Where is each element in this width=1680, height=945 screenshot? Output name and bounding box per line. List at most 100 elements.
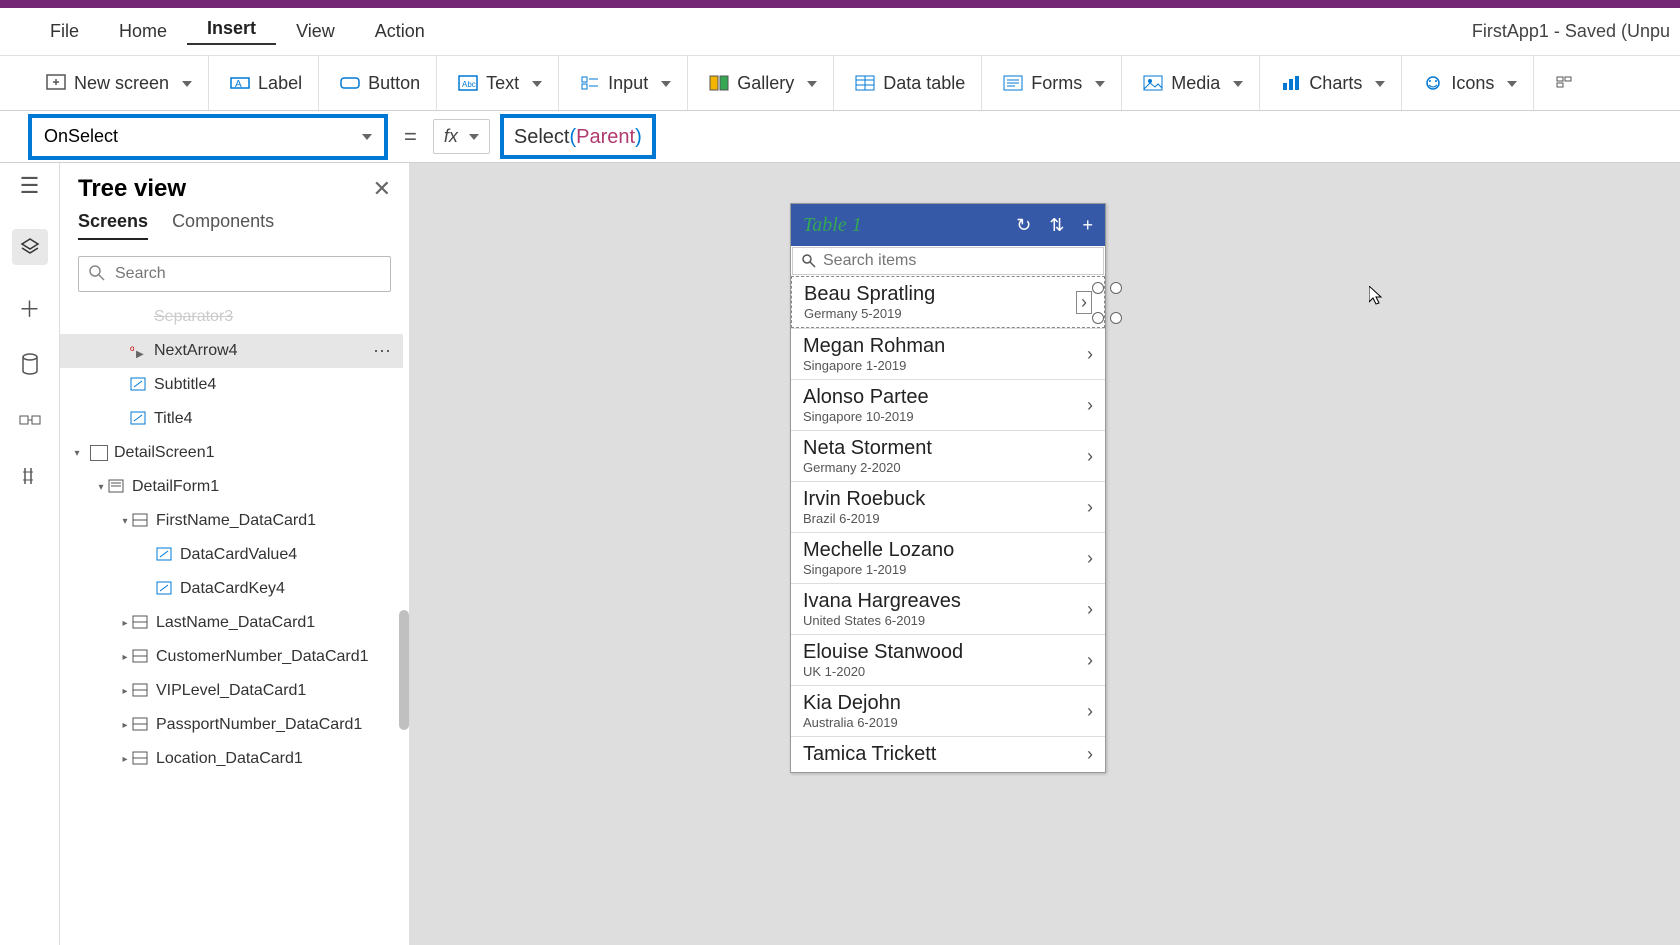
ribbon-gallery[interactable]: Gallery bbox=[693, 56, 834, 110]
ribbon-button[interactable]: Button bbox=[324, 56, 437, 110]
gallery-row[interactable]: Ivana HargreavesUnited States 6-2019› bbox=[791, 583, 1105, 634]
expand-caret[interactable]: ▾ bbox=[94, 482, 108, 493]
more-icon bbox=[1555, 73, 1575, 93]
refresh-icon[interactable]: ↻ bbox=[1016, 215, 1031, 236]
tree-node[interactable]: ▸ CustomerNumber_DataCard1 bbox=[60, 640, 403, 674]
fx-button[interactable]: fx bbox=[433, 119, 490, 154]
ribbon-input[interactable]: Input bbox=[564, 56, 688, 110]
ribbon-media[interactable]: Media bbox=[1127, 56, 1260, 110]
tree-node-label: DataCardKey4 bbox=[180, 580, 285, 598]
expand-caret[interactable]: ▸ bbox=[118, 652, 132, 663]
next-arrow-icon[interactable]: › bbox=[1087, 701, 1093, 722]
screen-icon bbox=[90, 445, 108, 461]
tree-node[interactable]: Subtitle4 bbox=[60, 368, 403, 402]
formula-input[interactable]: Select(Parent) bbox=[500, 114, 656, 159]
expand-caret[interactable]: ▾ bbox=[118, 516, 132, 527]
phone-search-input[interactable] bbox=[823, 252, 1095, 270]
tree-node[interactable]: DataCardKey4 bbox=[60, 572, 403, 606]
tree-node[interactable]: ▸ Location_DataCard1 bbox=[60, 742, 403, 776]
add-icon[interactable]: + bbox=[1082, 215, 1093, 236]
tree-node-label: Title4 bbox=[154, 410, 193, 428]
menu-action[interactable]: Action bbox=[355, 21, 445, 42]
tab-screens[interactable]: Screens bbox=[78, 211, 148, 240]
chevron-down-icon bbox=[1370, 73, 1385, 94]
row-name: Neta Storment bbox=[803, 437, 932, 460]
tree-node[interactable]: ▸ LastName_DataCard1 bbox=[60, 606, 403, 640]
phone-search[interactable] bbox=[792, 247, 1104, 275]
tree-node-detailform[interactable]: ▾ DetailForm1 bbox=[60, 470, 403, 504]
next-arrow-icon[interactable]: › bbox=[1076, 291, 1092, 314]
next-arrow-icon[interactable]: › bbox=[1087, 548, 1093, 569]
expand-caret[interactable]: ▸ bbox=[118, 754, 132, 765]
ribbon-icons[interactable]: Icons bbox=[1407, 56, 1534, 110]
formula-function: Select bbox=[514, 126, 570, 148]
hamburger-icon[interactable]: ☰ bbox=[17, 173, 43, 199]
tree-node[interactable]: Title4 bbox=[60, 402, 403, 436]
plus-icon[interactable]: ＋ bbox=[17, 295, 43, 321]
layers-icon[interactable] bbox=[12, 229, 48, 265]
ribbon-text[interactable]: Abc Text bbox=[442, 56, 559, 110]
gallery-row[interactable]: Kia DejohnAustralia 6-2019› bbox=[791, 685, 1105, 736]
tree-node[interactable]: Separator3 bbox=[60, 300, 403, 334]
menu-view[interactable]: View bbox=[276, 21, 355, 42]
label-control-icon bbox=[156, 547, 172, 563]
gallery-row[interactable]: Irvin RoebuckBrazil 6-2019› bbox=[791, 481, 1105, 532]
row-name: Tamica Trickett bbox=[803, 743, 936, 766]
ribbon-forms-label: Forms bbox=[1031, 73, 1082, 94]
close-icon[interactable]: ✕ bbox=[373, 176, 391, 202]
gallery-row[interactable]: Neta StormentGermany 2-2020› bbox=[791, 430, 1105, 481]
next-arrow-icon[interactable]: › bbox=[1087, 395, 1093, 416]
tab-components[interactable]: Components bbox=[172, 211, 274, 240]
datacard-icon bbox=[132, 751, 148, 767]
svg-text:Abc: Abc bbox=[462, 80, 476, 89]
canvas[interactable]: Table 1 ↻ ⇅ + Beau SpratlingGermany 5-20… bbox=[410, 163, 1680, 945]
ribbon-label[interactable]: A Label bbox=[214, 56, 319, 110]
tree-node[interactable]: ▸ VIPLevel_DataCard1 bbox=[60, 674, 403, 708]
tree-node-label: CustomerNumber_DataCard1 bbox=[156, 648, 369, 666]
data-table-icon bbox=[855, 73, 875, 93]
tree-search-input[interactable] bbox=[78, 256, 391, 292]
ribbon-charts[interactable]: Charts bbox=[1265, 56, 1402, 110]
expand-caret[interactable]: ▸ bbox=[118, 618, 132, 629]
ribbon-more[interactable] bbox=[1539, 56, 1591, 110]
connector-icon[interactable] bbox=[17, 407, 43, 433]
tree-node[interactable]: DataCardValue4 bbox=[60, 538, 403, 572]
menu-file[interactable]: File bbox=[30, 21, 99, 42]
sort-icon[interactable]: ⇅ bbox=[1049, 215, 1064, 236]
tree-node-label: DetailScreen1 bbox=[114, 444, 215, 462]
expand-caret[interactable]: ▾ bbox=[70, 448, 84, 459]
next-arrow-icon[interactable]: › bbox=[1087, 599, 1093, 620]
property-dropdown[interactable]: OnSelect bbox=[28, 114, 388, 160]
tree-node[interactable]: ▸ PassportNumber_DataCard1 bbox=[60, 708, 403, 742]
gallery-row[interactable]: Mechelle LozanoSingapore 1-2019› bbox=[791, 532, 1105, 583]
ribbon-data-table[interactable]: Data table bbox=[839, 56, 982, 110]
next-arrow-icon[interactable]: › bbox=[1087, 344, 1093, 365]
tree-node-firstname-datacard[interactable]: ▾ FirstName_DataCard1 bbox=[60, 504, 403, 538]
variable-icon[interactable] bbox=[17, 463, 43, 489]
gallery-row[interactable]: Elouise StanwoodUK 1-2020› bbox=[791, 634, 1105, 685]
expand-caret[interactable]: ▸ bbox=[118, 720, 132, 731]
tree-node-detailscreen[interactable]: ▾ DetailScreen1 bbox=[60, 436, 403, 470]
gallery-row[interactable]: Megan RohmanSingapore 1-2019› bbox=[791, 328, 1105, 379]
menu-insert[interactable]: Insert bbox=[187, 18, 276, 45]
ribbon-new-screen[interactable]: New screen bbox=[30, 56, 209, 110]
phone-header: Table 1 ↻ ⇅ + bbox=[791, 204, 1105, 246]
form-icon bbox=[108, 479, 124, 495]
expand-caret[interactable]: ▸ bbox=[118, 686, 132, 697]
ribbon-forms[interactable]: Forms bbox=[987, 56, 1122, 110]
scrollbar-thumb[interactable] bbox=[399, 610, 409, 730]
next-arrow-icon[interactable]: › bbox=[1087, 650, 1093, 671]
database-icon[interactable] bbox=[17, 351, 43, 377]
next-arrow-icon[interactable]: › bbox=[1087, 446, 1093, 467]
gallery-row[interactable]: Tamica Trickett › bbox=[791, 736, 1105, 772]
menu-home[interactable]: Home bbox=[99, 21, 187, 42]
menu-bar: File Home Insert View Action FirstApp1 -… bbox=[0, 8, 1680, 56]
next-arrow-icon[interactable]: › bbox=[1087, 497, 1093, 518]
tree-list[interactable]: Separator3 o▶ NextArrow4 ⋯ Subtitle4 Tit bbox=[60, 300, 409, 945]
gallery-row[interactable]: Beau SpratlingGermany 5-2019› bbox=[791, 276, 1105, 328]
more-options-icon[interactable]: ⋯ bbox=[373, 341, 391, 362]
tree-node-nextarrow[interactable]: o▶ NextArrow4 ⋯ bbox=[60, 334, 403, 368]
next-arrow-icon[interactable]: › bbox=[1087, 744, 1093, 765]
chevron-down-icon bbox=[464, 126, 479, 147]
gallery-row[interactable]: Alonso ParteeSingapore 10-2019› bbox=[791, 379, 1105, 430]
